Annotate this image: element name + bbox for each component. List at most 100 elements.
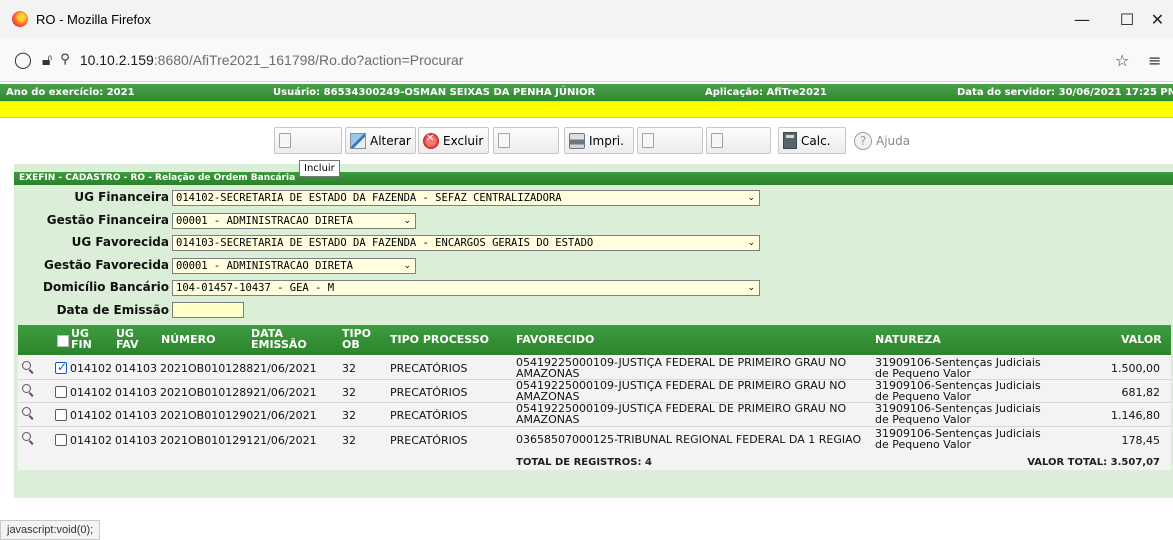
window-title: RO - Mozilla Firefox: [36, 11, 151, 27]
help-icon: ?: [854, 131, 872, 150]
row-tipo-ob: 32: [342, 386, 356, 399]
row-valor: 681,82: [1121, 386, 1161, 399]
document-icon: [498, 133, 510, 148]
magnifier-icon[interactable]: [22, 361, 31, 370]
row-tipo-processo: PRECATÓRIOS: [390, 386, 468, 399]
data-emissao-input[interactable]: [172, 302, 244, 318]
row-checkbox[interactable]: [55, 360, 67, 374]
exercise-year: Ano do exercício: 2021: [6, 87, 135, 98]
permissions-icon[interactable]: ⚲: [60, 52, 70, 67]
document-icon: [642, 133, 654, 148]
chevron-down-icon: ⌄: [403, 261, 411, 271]
row-ug-fin: 014102: [70, 434, 112, 447]
row-ug-fin: 014102: [70, 409, 112, 422]
new-document-icon: [279, 133, 291, 148]
ug-favorecida-select[interactable]: 014103-SECRETARIA DE ESTADO DA FAZENDA -…: [172, 235, 760, 251]
row-ug-fav: 014103: [115, 362, 157, 375]
disabled-button-1: [493, 127, 559, 154]
calculator-icon: [783, 132, 797, 149]
row-tipo-ob: 32: [342, 434, 356, 447]
row-natureza: 31909106-Sentenças Judiciais de Pequeno …: [875, 379, 1041, 403]
gestao-financeira-select[interactable]: 00001 - ADMINISTRACAO DIRETA ⌄: [172, 213, 416, 229]
magnifier-icon[interactable]: [22, 384, 31, 393]
url-bar[interactable]: 10.10.2.159:8680/AfiTre2021_161798/Ro.do…: [80, 52, 464, 68]
row-numero: 2021OB010128821/06/2021: [160, 362, 317, 375]
magnifier-icon[interactable]: [22, 432, 31, 441]
incluir-button[interactable]: [274, 127, 342, 154]
bookmark-star-icon[interactable]: ☆: [1115, 38, 1129, 82]
row-tipo-ob: 32: [342, 362, 356, 375]
chevron-down-icon: ⌄: [747, 283, 755, 293]
row-tipo-ob: 32: [342, 409, 356, 422]
col-tipo-processo: TIPO PROCESSO: [390, 333, 490, 346]
alterar-button[interactable]: Alterar: [345, 127, 416, 154]
printer-icon: [569, 132, 585, 149]
domicilio-bancario-label: Domicílio Bancário: [43, 280, 169, 294]
menu-icon[interactable]: ≡: [1148, 38, 1161, 82]
col-favorecido: FAVORECIDO: [516, 333, 595, 346]
message-bar: [0, 101, 1173, 118]
disabled-button-3: [706, 127, 771, 154]
row-natureza: 31909106-Sentenças Judiciais de Pequeno …: [875, 356, 1041, 380]
row-ug-fin: 014102: [70, 386, 112, 399]
user-info: Usuário: 86534300249-OSMAN SEIXAS DA PEN…: [273, 87, 596, 98]
ajuda-button[interactable]: ? Ajuda: [850, 127, 920, 154]
firefox-logo-icon: [12, 11, 28, 27]
row-favorecido: 05419225000109-JUSTIÇA FEDERAL DE PRIMEI…: [516, 379, 847, 403]
insecure-lock-icon[interactable]: 🔓︎: [42, 50, 52, 70]
row-numero: 2021OB010129121/06/2021: [160, 434, 317, 447]
gestao-favorecida-select[interactable]: 00001 - ADMINISTRACAO DIRETA ⌄: [172, 258, 416, 274]
col-natureza: NATUREZA: [875, 333, 941, 346]
row-ug-fav: 014103: [115, 386, 157, 399]
delete-icon: [423, 132, 439, 149]
row-tipo-processo: PRECATÓRIOS: [390, 434, 468, 447]
total-registros: TOTAL DE REGISTROS: 4: [516, 457, 652, 468]
col-valor: VALOR: [1121, 333, 1162, 346]
magnifier-icon[interactable]: [22, 407, 31, 416]
application-name: Aplicação: AfiTre2021: [705, 87, 827, 98]
server-date: Data do servidor: 30/06/2021 17:25 PM: [957, 87, 1173, 98]
ug-financeira-select[interactable]: 014102-SECRETARIA DE ESTADO DA FAZENDA -…: [172, 190, 760, 206]
col-numero: NÚMERO: [161, 333, 216, 346]
row-favorecido: 03658507000125-TRIBUNAL REGIONAL FEDERAL…: [516, 433, 862, 446]
disabled-button-2: [637, 127, 703, 154]
row-ug-fav: 014103: [115, 409, 157, 422]
row-checkbox[interactable]: [55, 386, 67, 398]
title-bar: RO - Mozilla Firefox: [0, 0, 1173, 38]
row-numero: 2021OB010128921/06/2021: [160, 386, 317, 399]
row-natureza: 31909106-Sentenças Judiciais de Pequeno …: [875, 402, 1041, 426]
shield-icon[interactable]: ◯: [14, 50, 32, 69]
row-ug-fin: 014102: [70, 362, 112, 375]
select-all-checkbox[interactable]: [57, 335, 69, 347]
ug-financeira-label: UG Financeira: [74, 190, 169, 204]
row-favorecido: 05419225000109-JUSTIÇA FEDERAL DE PRIMEI…: [516, 356, 847, 380]
domicilio-bancario-select[interactable]: 104-01457-10437 - GEA - M ⌄: [172, 280, 760, 296]
row-valor: 1.146,80: [1111, 409, 1160, 422]
col-ug-fav: UG FAV: [116, 327, 139, 351]
browser-window: RO - Mozilla Firefox — ☐ ✕ ◯ 🔓︎ ⚲ 10.10.…: [0, 0, 1173, 540]
row-numero: 2021OB010129021/06/2021: [160, 409, 317, 422]
panel-title: EXEFIN - CADASTRO - RO - Relação de Orde…: [14, 172, 1173, 185]
chevron-down-icon: ⌄: [403, 216, 411, 226]
edit-icon: [350, 132, 366, 149]
gestao-financeira-label: Gestão Financeira: [46, 213, 169, 227]
row-tipo-processo: PRECATÓRIOS: [390, 409, 468, 422]
minimize-button[interactable]: —: [1059, 0, 1105, 38]
col-data-emissao: DATA EMISSÃO: [251, 327, 307, 351]
close-button[interactable]: ✕: [1142, 0, 1173, 38]
col-tipo-ob: TIPO OB: [342, 327, 372, 351]
row-checkbox[interactable]: [55, 434, 67, 446]
navigation-bar: ◯ 🔓︎ ⚲ 10.10.2.159:8680/AfiTre2021_16179…: [0, 38, 1173, 82]
imprimir-button[interactable]: Impri.: [564, 127, 634, 154]
status-bar: javascript:void(0);: [0, 520, 101, 540]
row-checkbox[interactable]: [55, 409, 67, 421]
incluir-tooltip: Incluir: [299, 160, 340, 177]
calc-button[interactable]: Calc.: [778, 127, 846, 154]
ug-favorecida-label: UG Favorecida: [71, 235, 169, 249]
col-ug-fin: UG FIN: [71, 327, 92, 351]
excluir-button[interactable]: Excluir: [418, 127, 489, 154]
app-header: Ano do exercício: 2021 Usuário: 86534300…: [0, 84, 1173, 101]
row-ug-fav: 014103: [115, 434, 157, 447]
row-valor: 1.500,00: [1111, 362, 1160, 375]
chevron-down-icon: ⌄: [747, 193, 755, 203]
